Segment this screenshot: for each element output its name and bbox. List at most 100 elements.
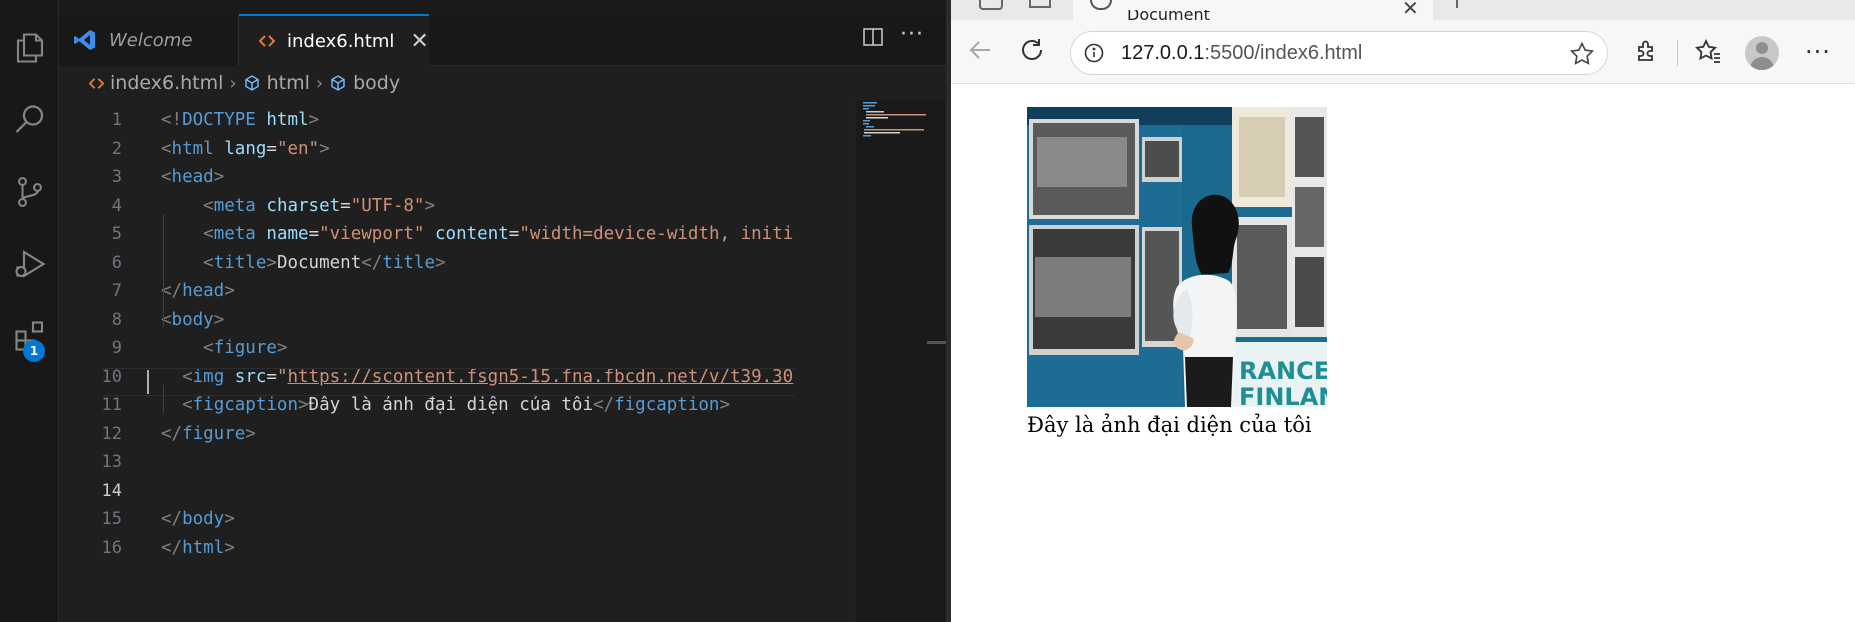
close-tab-icon[interactable]: ✕	[410, 29, 428, 54]
code-token: html	[171, 138, 214, 159]
browser-tab-title: Document	[1127, 10, 1210, 20]
scrollbar-thumb[interactable]	[927, 341, 946, 344]
code-token: head	[171, 167, 214, 187]
breadcrumb-file[interactable]: index6.html	[89, 72, 223, 94]
figure-caption: Đây là ảnh đại diện của tôi	[1027, 413, 1312, 437]
source-control-icon[interactable]	[0, 164, 59, 220]
code-line[interactable]: <html lang="en">	[161, 135, 330, 164]
code-token: </	[161, 281, 183, 301]
code-token: charset	[266, 195, 341, 216]
code-token: =	[266, 138, 277, 159]
code-token: >	[224, 281, 235, 301]
code-line[interactable]: <meta name="viewport" content="width=dev…	[161, 220, 793, 249]
explorer-icon[interactable]	[0, 20, 59, 76]
code-token: meta	[213, 224, 256, 244]
svg-text:FINLAND: FINLAND	[1239, 383, 1327, 407]
symbol-element-icon	[331, 75, 345, 91]
code-token: title	[382, 252, 435, 273]
code-token: head	[182, 281, 225, 301]
line-number: 13	[101, 452, 122, 472]
code-token: "width=device-width, initi	[519, 224, 794, 244]
favorite-star-icon[interactable]	[1569, 41, 1595, 71]
code-token: DOCTYPE	[182, 110, 256, 130]
browser-tab-document[interactable]: Document	[1073, 0, 1433, 20]
code-line[interactable]: </html>	[161, 534, 235, 563]
code-line[interactable]: </body>	[161, 505, 235, 534]
code-editor[interactable]: 1 2 3 4 5 6 7 8 9 10 11 12 13 14 15 16 <!DOCTYPE html> <…	[59, 100, 854, 622]
line-number: 7	[111, 281, 122, 301]
code-token: >	[319, 138, 330, 159]
line-number: 14	[101, 480, 122, 501]
tab-actions-icon[interactable]	[1029, 0, 1051, 8]
code-token: >	[435, 252, 446, 273]
code-token: =	[340, 195, 351, 216]
code-token: >	[224, 537, 235, 558]
split-editor-icon[interactable]	[862, 26, 884, 52]
code-token: </	[161, 509, 183, 529]
code-line[interactable]: </figure>	[161, 420, 256, 449]
more-actions-icon[interactable]: ···	[900, 22, 924, 47]
code-line[interactable]: <title>Document</title>	[161, 249, 446, 278]
code-token: name	[266, 224, 309, 244]
more-icon[interactable]: ···	[1805, 38, 1831, 66]
line-number: 16	[101, 537, 122, 558]
code-token: <	[203, 195, 214, 216]
extensions-icon[interactable]	[1634, 38, 1660, 68]
breadcrumb-html[interactable]: html	[243, 72, 310, 94]
code-token: "viewport"	[319, 224, 425, 244]
code-token: figure	[182, 423, 246, 444]
svg-text:RANCE: RANCE	[1239, 357, 1327, 385]
tab-index6-html[interactable]: index6.html ✕	[239, 14, 429, 66]
code-token: body	[182, 509, 225, 529]
code-token: "UTF-8"	[350, 195, 425, 216]
back-icon[interactable]	[966, 36, 994, 68]
code-token: </	[361, 252, 383, 273]
reload-icon[interactable]	[1018, 36, 1046, 68]
address-bar[interactable]: 127.0.0.1:5500/index6.html	[1070, 31, 1608, 75]
chevron-right-icon: ›	[315, 72, 324, 94]
code-token: body	[171, 309, 214, 330]
code-token: Đây là ảnh đại diện của tôi	[308, 395, 594, 415]
tab-welcome[interactable]: Welcome	[59, 14, 239, 66]
breadcrumb-body[interactable]: body	[329, 72, 400, 94]
activity-bar: 1	[0, 0, 59, 622]
line-number: 3	[111, 167, 122, 187]
code-line[interactable]: </head>	[161, 277, 235, 306]
code-token: figcaption	[614, 395, 720, 415]
minimap[interactable]	[854, 100, 946, 622]
toolbar-separator	[1677, 40, 1678, 66]
site-info-icon[interactable]	[1083, 42, 1105, 68]
code-line[interactable]: <head>	[161, 163, 224, 192]
line-number: 5	[111, 224, 122, 244]
code-line[interactable]: <meta charset="UTF-8">	[161, 192, 435, 221]
code-token: =	[308, 224, 320, 244]
line-number: 12	[101, 423, 122, 444]
favorites-icon[interactable]	[1694, 38, 1722, 70]
code-token: Document	[276, 252, 362, 273]
breadcrumb-html-label: html	[266, 72, 310, 94]
run-debug-icon[interactable]	[0, 236, 59, 292]
code-token: >	[224, 509, 235, 529]
line-number: 15	[101, 509, 122, 529]
code-token: figcaption	[192, 395, 298, 415]
tab-index-label: index6.html	[287, 30, 395, 52]
search-icon[interactable]	[0, 92, 59, 148]
new-tab-icon[interactable]	[1456, 0, 1458, 8]
url-text: 127.0.0.1:5500/index6.html	[1121, 42, 1362, 65]
code-token: <	[203, 338, 214, 358]
code-token: >	[424, 195, 436, 216]
profile-icon[interactable]	[1745, 36, 1779, 70]
workspaces-icon[interactable]	[979, 0, 1003, 10]
profile-photo: RANCE FINLAND	[1027, 107, 1327, 407]
code-line[interactable]	[161, 477, 203, 506]
close-tab-icon[interactable]: ✕	[1402, 0, 1419, 20]
line-number: 9	[111, 338, 122, 358]
code-line[interactable]: <body>	[161, 306, 224, 335]
code-line[interactable]: <!DOCTYPE html>	[161, 106, 319, 135]
code-line[interactable]: <figure>	[161, 334, 287, 363]
